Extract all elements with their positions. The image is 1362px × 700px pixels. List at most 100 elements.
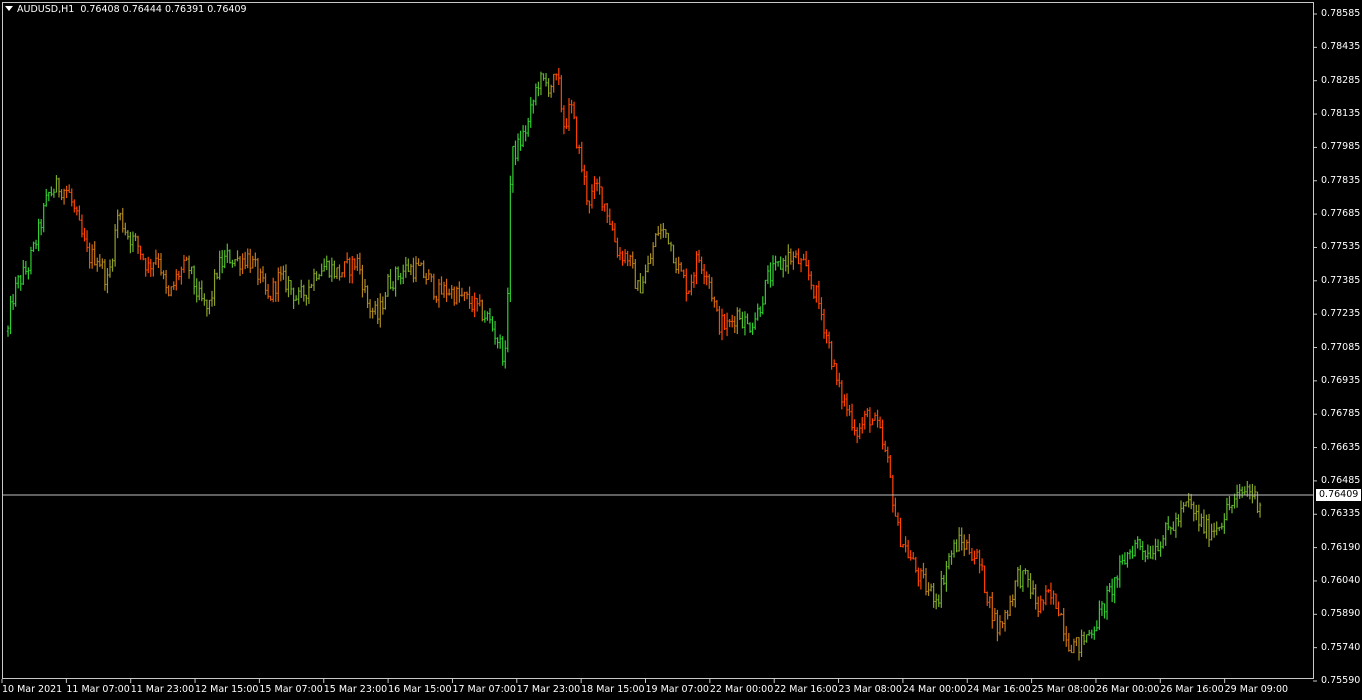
y-tick-label: 0.76635 xyxy=(1321,441,1361,453)
ohlc-bar xyxy=(1123,552,1127,565)
ohlc-bar xyxy=(277,267,280,302)
ohlc-bar xyxy=(1164,522,1167,546)
ohlc-bar xyxy=(24,260,28,275)
ohlc-bar xyxy=(570,99,573,114)
ohlc-bar xyxy=(371,307,374,319)
ohlc-bar xyxy=(70,188,73,207)
ohlc-bar xyxy=(198,281,201,301)
ohlc-bar xyxy=(812,284,815,299)
ohlc-bar xyxy=(509,175,512,302)
ohlc-bar xyxy=(858,423,861,440)
ohlc-bar xyxy=(580,141,583,173)
ohlc-bar xyxy=(1184,501,1188,507)
ohlc-bar xyxy=(1052,590,1055,605)
ohlc-bar xyxy=(34,239,38,250)
ohlc-bar xyxy=(725,312,729,337)
ohlc-bar xyxy=(516,133,520,162)
x-tick-label: 25 Mar 08:00 xyxy=(1031,684,1096,695)
ohlc-bar xyxy=(1258,502,1262,518)
ohlc-bar xyxy=(993,607,997,622)
ohlc-bar xyxy=(1067,633,1070,652)
ohlc-bar xyxy=(68,184,71,193)
ohlc-bar xyxy=(881,419,884,450)
ohlc-bar xyxy=(1174,512,1178,538)
ohlc-bar xyxy=(672,244,675,264)
ohlc-bar xyxy=(404,256,407,278)
ohlc-bar xyxy=(310,283,313,288)
ohlc-bar xyxy=(787,244,790,274)
ohlc-bar xyxy=(1085,634,1088,643)
ohlc-bar xyxy=(246,248,249,269)
ohlc-bar xyxy=(323,258,326,272)
ohlc-bar xyxy=(236,250,239,262)
ohlc-bar xyxy=(167,285,170,297)
y-tick-label: 0.76335 xyxy=(1321,508,1361,520)
ohlc-bar xyxy=(552,73,555,93)
ohlc-bar xyxy=(1241,486,1244,498)
ohlc-bar xyxy=(445,278,448,302)
ohlc-bar xyxy=(106,268,109,294)
ohlc-bar xyxy=(940,570,943,608)
ohlc-bar xyxy=(1034,584,1037,610)
ohlc-bar xyxy=(330,257,334,282)
ohlc-bar xyxy=(1075,637,1078,646)
ohlc-bar xyxy=(662,222,665,238)
ohlc-bar xyxy=(1062,607,1065,642)
y-tick-label: 0.77835 xyxy=(1321,174,1361,186)
ohlc-bar xyxy=(723,313,726,331)
ohlc-bar xyxy=(922,562,925,579)
ohlc-bar xyxy=(300,279,303,298)
ohlc-bar xyxy=(1118,555,1121,588)
ohlc-bar xyxy=(567,98,571,132)
ohlc-bar xyxy=(794,250,798,259)
ohlc-bar xyxy=(769,262,772,288)
ohlc-bar xyxy=(708,274,711,289)
ohlc-bar xyxy=(651,242,655,266)
ohlc-bar xyxy=(623,249,627,264)
ohlc-bar xyxy=(1251,483,1254,504)
ohlc-bar xyxy=(588,200,591,214)
ohlc-bar xyxy=(606,203,609,224)
ohlc-bar xyxy=(511,145,515,193)
current-price-tag: 0.76409 xyxy=(1316,489,1362,501)
ohlc-bar xyxy=(493,320,497,345)
ohlc-bar xyxy=(998,615,1002,636)
ohlc-bar xyxy=(42,203,45,233)
ohlc-bar xyxy=(1154,538,1157,561)
x-tick-label: 10 Mar 2021 xyxy=(2,684,63,695)
ohlc-bar xyxy=(634,258,637,289)
ohlc-bar xyxy=(1105,585,1109,620)
ohlc-bar xyxy=(243,251,247,270)
ohlc-bar xyxy=(514,140,517,166)
ohlc-bar xyxy=(639,273,642,294)
ohlc-bar xyxy=(85,230,89,252)
ohlc-bar xyxy=(626,250,629,267)
ohlc-bar xyxy=(478,294,481,307)
ohlc-bar xyxy=(687,290,691,294)
ohlc-bar xyxy=(557,68,560,85)
ohlc-bar xyxy=(929,583,933,592)
ohlc-bar xyxy=(1008,595,1012,617)
ohlc-bar xyxy=(843,394,846,407)
ohlc-bar xyxy=(924,568,928,596)
ohlc-bar xyxy=(111,258,114,272)
ohlc-bar xyxy=(75,206,79,216)
x-tick-label: 17 Mar 07:00 xyxy=(452,684,516,695)
ohlc-bar xyxy=(692,272,696,288)
ohlc-bar xyxy=(904,536,907,553)
ohlc-bar xyxy=(284,264,288,293)
ohlc-bar xyxy=(1179,500,1183,528)
ohlc-bar xyxy=(496,337,499,349)
ohlc-bar xyxy=(1126,551,1129,568)
dropdown-triangle-icon[interactable] xyxy=(5,6,13,11)
ohlc-bar xyxy=(532,99,535,114)
ohlc-bar xyxy=(682,269,685,279)
ohlc-bar xyxy=(980,558,984,571)
ohlc-bar xyxy=(731,314,734,328)
ohlc-bar xyxy=(381,296,385,315)
y-tick-label: 0.75590 xyxy=(1321,675,1361,686)
ohlc-bar xyxy=(1220,522,1223,530)
price-chart[interactable] xyxy=(0,0,1362,700)
ohlc-bar xyxy=(450,285,453,299)
y-tick-label: 0.77985 xyxy=(1321,141,1361,153)
